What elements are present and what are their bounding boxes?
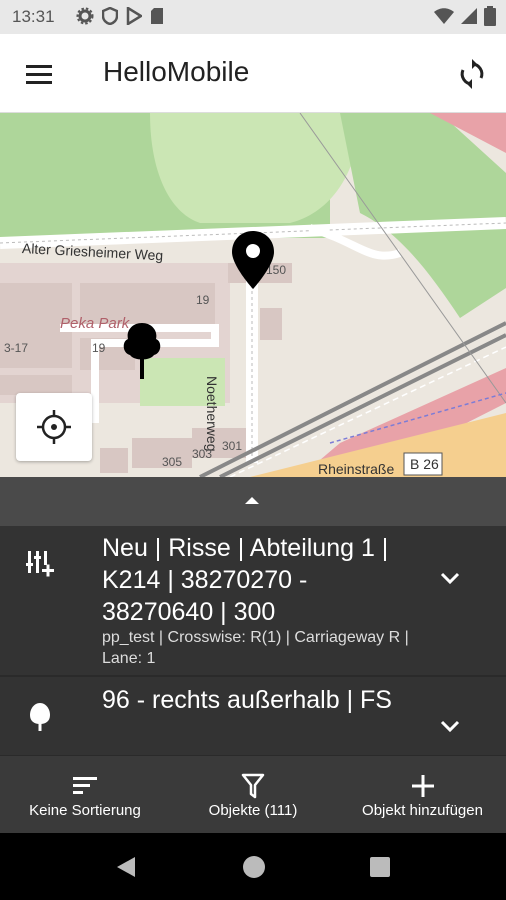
chevron-down-icon[interactable]: [440, 720, 460, 734]
add-object-button[interactable]: Objekt hinzufügen: [345, 756, 500, 834]
tree-icon[interactable]: [122, 323, 162, 379]
park-label: Peka Park: [60, 315, 130, 332]
list-item[interactable]: Neu | Risse | Abteilung 1 | K214 | 38270…: [0, 526, 506, 675]
tree-icon: [30, 703, 50, 731]
sort-icon: [73, 777, 97, 794]
shield-icon: [102, 7, 118, 25]
recents-icon[interactable]: [370, 857, 390, 877]
sort-button[interactable]: Keine Sortierung: [10, 756, 160, 834]
locate-button[interactable]: [16, 393, 92, 461]
sliders-add-icon: [26, 551, 54, 577]
gear-icon: [76, 7, 94, 25]
house-number: 19: [92, 341, 106, 355]
road-shield-label: B 26: [410, 456, 439, 472]
item-title: Neu | Risse | Abteilung 1 | K214 | 38270…: [102, 534, 389, 626]
app-title: HelloMobile: [103, 56, 250, 87]
app-bar: HelloMobile: [0, 34, 506, 113]
signal-icon: [461, 8, 477, 24]
sync-icon[interactable]: [456, 58, 488, 90]
home-icon[interactable]: [243, 856, 265, 878]
item-title: 96 - rechts außerhalb | FS: [102, 686, 392, 714]
status-bar: 13:31: [0, 0, 506, 34]
battery-icon: [484, 6, 496, 26]
filter-label: Objekte (111): [208, 802, 298, 819]
wifi-icon: [434, 8, 454, 24]
street-label: Noetherweg: [204, 376, 220, 452]
chevron-down-icon[interactable]: [440, 572, 460, 586]
street-label: Rheinstraße: [318, 461, 395, 477]
house-number: 19: [196, 293, 210, 307]
object-list: Neu | Risse | Abteilung 1 | K214 | 38270…: [0, 526, 506, 755]
back-icon[interactable]: [115, 855, 137, 879]
system-nav-bar: [0, 833, 506, 900]
chevron-up-icon: [245, 497, 259, 504]
list-item[interactable]: 96 - rechts außerhalb | FS: [0, 677, 506, 755]
play-store-icon: [126, 7, 142, 25]
add-object-label: Objekt hinzufügen: [362, 802, 483, 819]
house-number: 3-17: [4, 341, 29, 355]
sort-label: Keine Sortierung: [29, 802, 141, 819]
crosshair-icon: [37, 410, 71, 444]
house-number: 303: [192, 447, 213, 461]
filter-icon: [241, 773, 265, 799]
item-subtitle: pp_test | Crosswise: R(1) | Carriageway …: [102, 629, 409, 667]
menu-icon[interactable]: [24, 60, 54, 88]
filter-button[interactable]: Objekte (111): [190, 756, 316, 834]
sd-card-icon: [151, 8, 163, 24]
status-time: 13:31: [12, 7, 55, 26]
sheet-handle[interactable]: [0, 477, 506, 526]
house-number: 301: [222, 439, 243, 453]
plus-icon: [411, 775, 434, 797]
house-number: 305: [162, 455, 183, 469]
map-pin-icon[interactable]: [232, 231, 274, 289]
bottom-action-bar: Keine Sortierung Objekte (111) Objekt hi…: [0, 755, 506, 833]
